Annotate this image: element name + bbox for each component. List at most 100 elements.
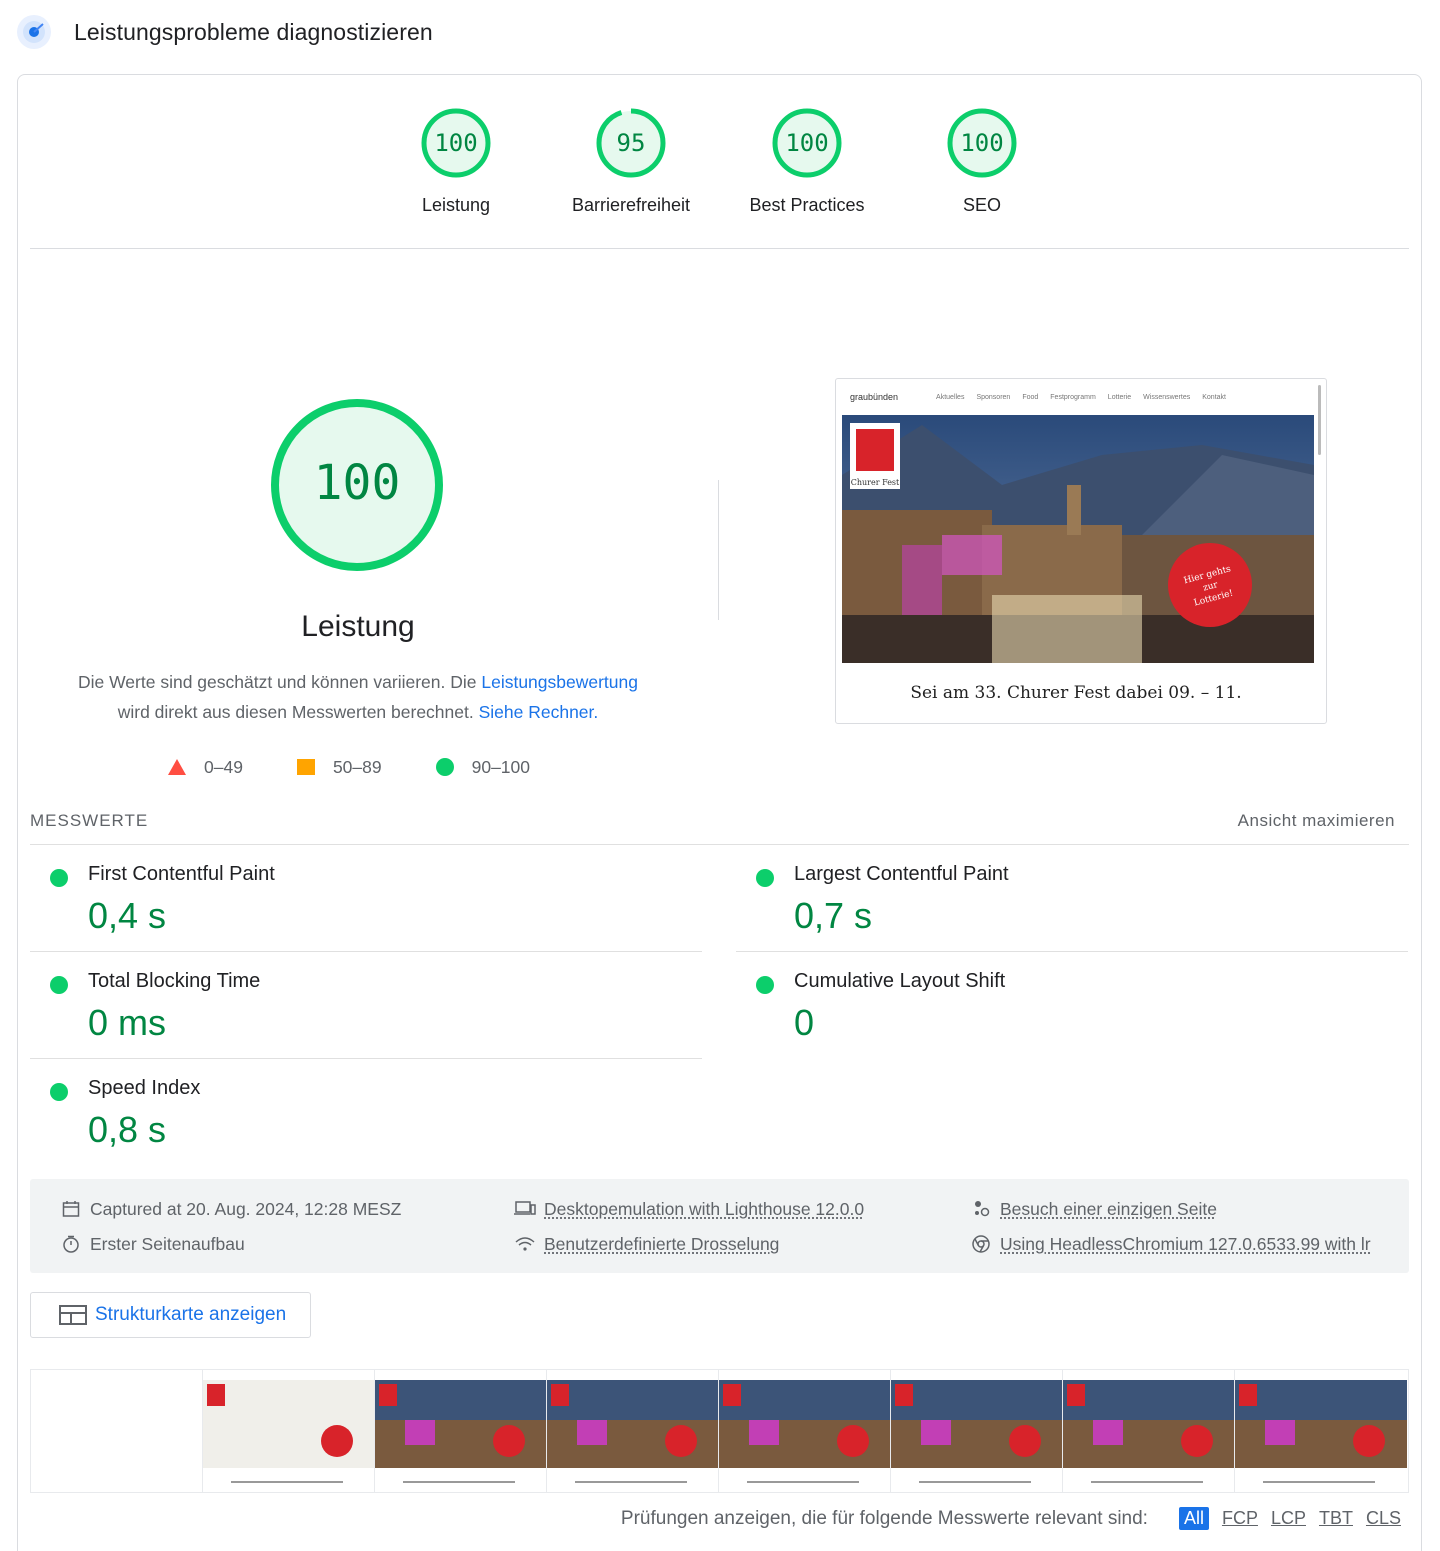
legend-average: 50–89 [296, 756, 382, 778]
legend-pass-label: 90–100 [471, 756, 531, 777]
filmstrip-frame [891, 1370, 1063, 1492]
calendar-icon [60, 1198, 82, 1220]
scoring-link[interactable]: Leistungsbewertung [481, 672, 638, 692]
info-session[interactable]: Besuch einer einzigen Seite [970, 1197, 1217, 1221]
screenshot-nav-item: Kontakt [1202, 393, 1226, 401]
filmstrip-frame-initial [203, 1370, 375, 1492]
metric-cls: Cumulative Layout Shift 0 [736, 952, 1408, 1059]
filmstrip-frame [547, 1370, 719, 1492]
screenshot-nav: graubünden Aktuelles Sponsoren Food Fest… [836, 379, 1316, 415]
filmstrip-frame-blank [31, 1370, 203, 1492]
chrome-icon [970, 1233, 992, 1255]
metric-tbt: Total Blocking Time 0 ms [30, 952, 702, 1059]
info-pageload: Erster Seitenaufbau [60, 1232, 245, 1256]
triangle-icon [168, 759, 186, 775]
metrics-title: MESSWERTE [30, 811, 149, 830]
filter-lcp[interactable]: LCP [1271, 1508, 1306, 1529]
emulation-text[interactable]: Desktopemulation with Lighthouse 12.0.0 [544, 1199, 864, 1220]
report-card: 100 Leistung 95 Barrierefreiheit 100 Bes… [17, 74, 1422, 1551]
screenshot-nav-item: Sponsoren [976, 393, 1011, 401]
gauge-score: 95 [617, 129, 646, 157]
filter-cls[interactable]: CLS [1366, 1508, 1401, 1529]
filmstrip-frame [719, 1370, 891, 1492]
metric-name: First Contentful Paint [88, 863, 275, 885]
hero-image: Churer Fest Hier gehts zur Lotterie! [842, 415, 1314, 663]
filter-label: Prüfungen anzeigen, die für folgende Mes… [620, 1507, 1148, 1529]
filmstrip-frame [1063, 1370, 1235, 1492]
legend-fail-label: 0–49 [204, 756, 243, 777]
gauge-best-practices[interactable]: 100 Best Practices [727, 107, 887, 216]
info-emulation[interactable]: Desktopemulation with Lighthouse 12.0.0 [514, 1197, 864, 1221]
vertical-separator [718, 480, 719, 620]
page-title: Leistungsprobleme diagnostizieren [74, 18, 433, 45]
people-icon [970, 1198, 992, 1220]
performance-score-gauge: 100 [242, 395, 472, 580]
final-screenshot[interactable]: graubünden Aktuelles Sponsoren Food Fest… [835, 378, 1327, 724]
expand-view-toggle[interactable]: Ansicht maximieren [1238, 811, 1395, 831]
browser-text[interactable]: Using HeadlessChromium 127.0.6533.99 wit… [1000, 1234, 1371, 1255]
treemap-label: Strukturkarte anzeigen [95, 1304, 287, 1325]
performance-description: Die Werte sind geschätzt und können vari… [58, 667, 658, 727]
screenshot-scrollbar [1318, 385, 1321, 455]
gauge-ring: 100 [772, 108, 842, 178]
metric-value: 0 [794, 1002, 815, 1043]
divider [30, 248, 1409, 249]
metric-name: Largest Contentful Paint [794, 863, 1009, 885]
metric-value: 0 ms [88, 1002, 167, 1043]
metric-value: 0,8 s [88, 1109, 167, 1150]
gauge-performance[interactable]: 100 Leistung [376, 107, 536, 216]
pass-icon [756, 976, 774, 994]
gauge-ring: 100 [421, 108, 491, 178]
filter-tbt[interactable]: TBT [1319, 1508, 1353, 1529]
session-text[interactable]: Besuch einer einzigen Seite [1000, 1199, 1217, 1220]
metric-fcp: First Contentful Paint 0,4 s [30, 845, 702, 952]
filter-fcp[interactable]: FCP [1222, 1508, 1258, 1529]
filmstrip-frame [1235, 1370, 1407, 1492]
filmstrip [30, 1369, 1409, 1493]
metric-name: Cumulative Layout Shift [794, 970, 1006, 992]
pageload-text: Erster Seitenaufbau [90, 1233, 245, 1254]
screenshot-nav-item: Food [1022, 393, 1039, 401]
metric-value: 0,7 s [794, 895, 873, 936]
gauge-accessibility[interactable]: 95 Barrierefreiheit [551, 107, 711, 216]
gauge-ring: 95 [596, 108, 666, 178]
wifi-icon [514, 1233, 536, 1255]
circle-icon [435, 758, 454, 776]
gauge-score: 100 [960, 129, 1003, 157]
throttling-text[interactable]: Benutzerdefinierte Drosselung [544, 1234, 779, 1255]
legend-pass: 90–100 [435, 756, 531, 778]
screenshot-nav-item: Wissenswertes [1143, 393, 1191, 401]
info-captured: Captured at 20. Aug. 2024, 12:28 MESZ [60, 1197, 401, 1221]
pass-icon [50, 869, 68, 887]
filter-all[interactable]: All [1178, 1507, 1209, 1530]
screenshot-caption: Sei am 33. Churer Fest dabei 09. – 11. [910, 683, 1242, 703]
category-gauges: 100 Leistung 95 Barrierefreiheit 100 Bes… [18, 107, 1421, 227]
treemap-icon [59, 1305, 87, 1325]
gauge-score: 100 [785, 129, 828, 157]
devices-icon [514, 1198, 536, 1220]
metric-lcp: Largest Contentful Paint 0,7 s [736, 845, 1408, 952]
gauge-label: Leistung [421, 195, 491, 215]
square-icon [296, 759, 315, 775]
metric-name: Total Blocking Time [88, 970, 261, 992]
info-throttling[interactable]: Benutzerdefinierte Drosselung [514, 1232, 779, 1256]
gauge-score: 100 [434, 129, 477, 157]
screenshot-nav-item: Aktuelles [936, 393, 965, 401]
pass-icon [756, 869, 774, 887]
legend-average-label: 50–89 [332, 756, 382, 777]
info-browser[interactable]: Using HeadlessChromium 127.0.6533.99 wit… [970, 1232, 1371, 1256]
captured-text: Captured at 20. Aug. 2024, 12:28 MESZ [90, 1198, 402, 1219]
gauge-label: Barrierefreiheit [571, 195, 691, 215]
big-score: 100 [314, 455, 401, 511]
gauge-ring: 100 [947, 108, 1017, 178]
screenshot-nav-item: Lotterie [1107, 393, 1132, 401]
score-legend: 0–49 50–89 90–100 [168, 755, 584, 779]
view-treemap-button[interactable]: Strukturkarte anzeigen [30, 1292, 311, 1338]
page-header: Leistungsprobleme diagnostizieren [16, 14, 716, 50]
performance-title: Leistung [301, 610, 415, 643]
legend-fail: 0–49 [168, 757, 243, 778]
metric-filter: Prüfungen anzeigen, die für folgende Mes… [621, 1507, 1401, 1530]
desc-text-1: Die Werte sind geschätzt und können vari… [77, 672, 482, 692]
calculator-link[interactable]: Siehe Rechner. [479, 702, 599, 722]
gauge-seo[interactable]: 100 SEO [902, 107, 1062, 216]
